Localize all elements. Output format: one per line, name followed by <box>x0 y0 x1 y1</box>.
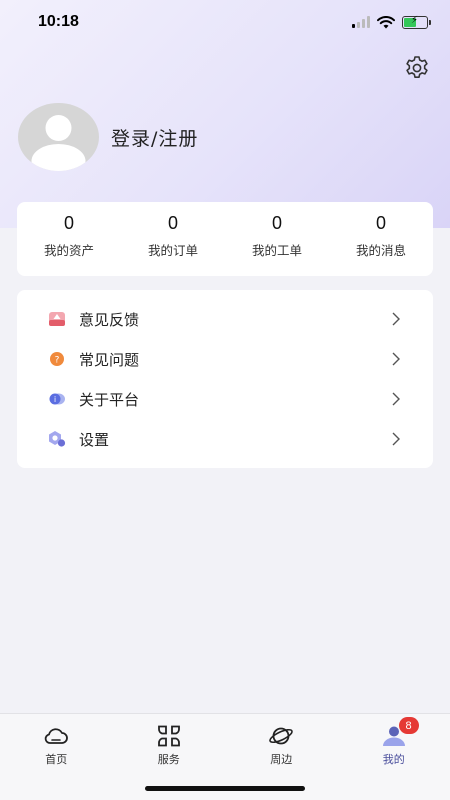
status-icons: ⚡ <box>352 15 431 29</box>
menu-item-label: 意见反馈 <box>79 310 140 329</box>
stat-label: 我的工单 <box>251 243 302 258</box>
status-time: 10:18 <box>38 13 79 30</box>
stat-label: 我的资产 <box>43 243 94 258</box>
profile-section[interactable]: 登录/注册 <box>18 103 198 171</box>
svg-text:?: ? <box>55 356 60 366</box>
default-avatar[interactable] <box>18 103 99 171</box>
wifi-icon <box>377 15 395 28</box>
status-bar: 10:18 ⚡ <box>0 0 450 44</box>
stat-value: 0 <box>63 213 74 233</box>
chevron-right-icon <box>392 432 400 446</box>
info-icon: i <box>47 389 67 409</box>
battery-charging-icon: ⚡ <box>402 15 431 29</box>
menu-item-label: 常见问题 <box>79 350 140 369</box>
chevron-right-icon <box>392 392 400 406</box>
stat-label: 我的订单 <box>147 243 198 258</box>
stat-value: 0 <box>271 213 282 233</box>
menu-item-label: 设置 <box>79 430 110 449</box>
menu-item-settings[interactable]: 设置 <box>17 419 433 459</box>
svg-text:i: i <box>54 395 56 404</box>
notification-badge: 8 <box>398 717 419 734</box>
tab-label: 首页 <box>45 753 68 766</box>
menu-item-feedback[interactable]: 意见反馈 <box>17 299 433 339</box>
tab-mine[interactable]: 8 我的 <box>338 714 450 800</box>
question-icon: ? <box>47 349 67 369</box>
stats-card: 0 我的资产 0 我的订单 0 我的工单 0 我的消息 <box>17 202 433 276</box>
menu-item-faq[interactable]: ? 常见问题 <box>17 339 433 379</box>
tab-home[interactable]: 首页 <box>0 714 113 800</box>
stat-value: 0 <box>167 213 178 233</box>
menu-item-label: 关于平台 <box>79 390 140 409</box>
stat-label: 我的消息 <box>355 243 406 258</box>
chevron-right-icon <box>392 312 400 326</box>
login-register-link[interactable]: 登录/注册 <box>111 124 198 151</box>
home-indicator <box>145 786 305 791</box>
stat-assets[interactable]: 0 我的资产 <box>17 202 121 276</box>
settings-icon <box>47 429 67 449</box>
feedback-icon <box>47 309 67 329</box>
menu-item-about[interactable]: i 关于平台 <box>17 379 433 419</box>
tab-label: 服务 <box>157 753 180 766</box>
gear-icon[interactable] <box>404 55 430 81</box>
stat-tickets[interactable]: 0 我的工单 <box>225 202 329 276</box>
cloud-home-icon <box>44 728 69 744</box>
stat-value: 0 <box>375 213 386 233</box>
stat-messages[interactable]: 0 我的消息 <box>329 202 433 276</box>
tab-label: 我的 <box>382 753 405 766</box>
tab-label: 周边 <box>270 753 293 766</box>
grid-services-icon <box>157 725 180 747</box>
stat-orders[interactable]: 0 我的订单 <box>121 202 225 276</box>
signal-icon <box>352 16 370 28</box>
menu-card: 意见反馈 ? 常见问题 i 关于平台 设置 <box>17 290 433 468</box>
chevron-right-icon <box>392 352 400 366</box>
planet-nearby-icon <box>269 727 294 745</box>
